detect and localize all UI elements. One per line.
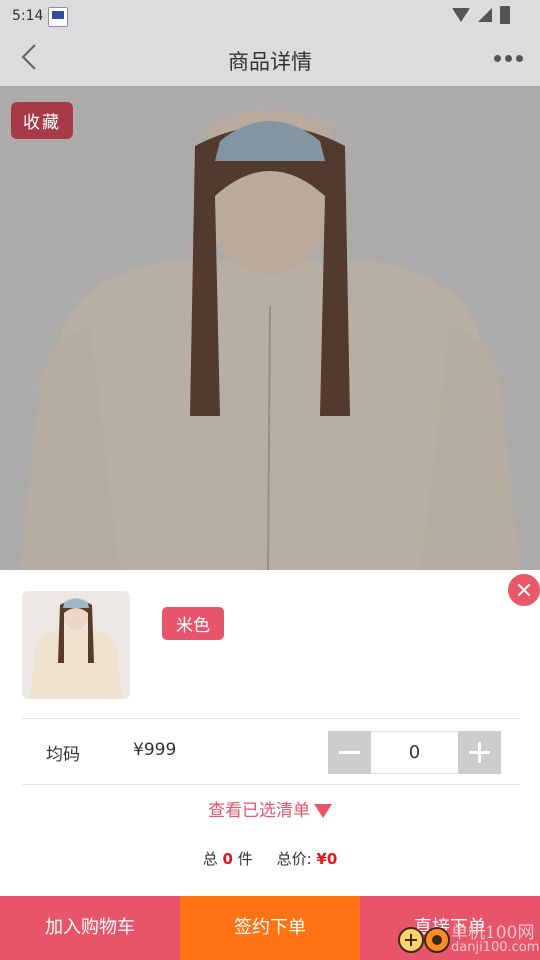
total-count-prefix: 总 — [202, 850, 218, 868]
plus-button[interactable] — [458, 731, 501, 774]
wifi-icon — [452, 8, 470, 22]
more-horizontal-icon[interactable] — [494, 48, 528, 68]
battery-icon — [500, 6, 510, 24]
watermark-url: danji100.com — [451, 940, 540, 955]
product-image: 收藏 — [0, 86, 540, 570]
favorite-button[interactable]: 收藏 — [11, 102, 73, 139]
total-price-value: ¥0 — [316, 850, 338, 868]
status-time: 5:14 — [12, 8, 44, 24]
status-icons — [452, 6, 510, 24]
divider — [22, 784, 520, 785]
total-price-prefix: 总价: — [276, 850, 312, 868]
image-dim-overlay — [0, 86, 540, 570]
product-thumbnail — [22, 591, 130, 699]
watermark-logo-icon — [398, 927, 450, 953]
status-bar: 5:14 — [0, 0, 540, 32]
triangle-down-icon — [314, 804, 332, 818]
view-selected-label: 查看已选清单 — [208, 801, 310, 821]
signal-icon — [478, 8, 492, 22]
page-title: 商品详情 — [228, 50, 312, 74]
app-notification-icon — [48, 7, 68, 27]
contract-order-button[interactable]: 签约下单 — [180, 896, 360, 960]
close-button[interactable] — [507, 573, 540, 607]
header: 商品详情 — [0, 32, 540, 86]
view-selected-list-link[interactable]: 查看已选清单 — [0, 796, 540, 821]
add-to-cart-button[interactable]: 加入购物车 — [0, 896, 180, 960]
price-label: ¥999 — [133, 740, 177, 760]
minus-button[interactable] — [328, 731, 371, 774]
size-label: 均码 — [46, 745, 80, 765]
quantity-input[interactable]: 0 — [371, 731, 458, 774]
total-count-unit: 件 — [237, 850, 253, 868]
quantity-stepper: 0 — [328, 731, 501, 774]
totals: 总 0 件 总价: ¥0 — [0, 848, 540, 869]
total-count-value: 0 — [222, 850, 233, 868]
watermark: 单机100网 danji100.com — [395, 918, 540, 960]
divider — [22, 718, 520, 719]
color-option-beige[interactable]: 米色 — [162, 607, 224, 640]
